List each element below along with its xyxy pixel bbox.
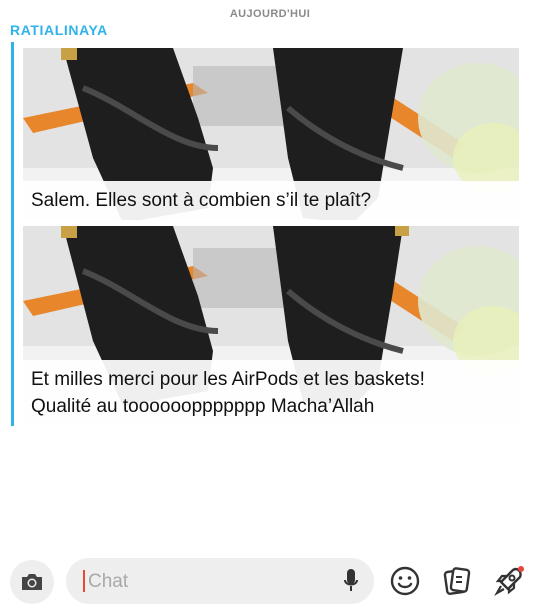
rocket-button[interactable] <box>492 564 526 598</box>
smiley-icon <box>390 566 420 596</box>
snap-message[interactable]: Et milles merci pour les AirPods et les … <box>23 226 519 426</box>
snap-caption: Et milles merci pour les AirPods et les … <box>23 360 519 426</box>
chat-input[interactable] <box>86 566 330 598</box>
camera-button[interactable] <box>10 560 54 604</box>
sticker-button[interactable] <box>440 564 474 598</box>
caption-line: Et milles merci pour les AirPods et les … <box>31 369 425 390</box>
composer-bar <box>0 550 540 608</box>
caption-line: Salem. Elles sont à combien s’il te plaî… <box>31 190 372 211</box>
sticker-icon <box>443 567 471 595</box>
emoji-button[interactable] <box>388 564 422 598</box>
sender-name[interactable]: RATIALINAYA <box>10 22 108 38</box>
text-cursor <box>83 570 85 592</box>
snap-message[interactable]: Salem. Elles sont à combien s’il te plaî… <box>23 48 519 220</box>
chat-input-container[interactable] <box>66 558 374 604</box>
snap-caption: Salem. Elles sont à combien s’il te plaî… <box>23 181 519 220</box>
date-header: AUJOURD'HUI <box>229 8 311 20</box>
thread-accent-bar <box>11 42 14 426</box>
caption-line: Qualité au tooooooppppppp Macha’Allah <box>31 396 375 417</box>
microphone-icon[interactable] <box>344 569 358 593</box>
rocket-icon <box>494 566 524 596</box>
camera-icon <box>22 574 42 590</box>
